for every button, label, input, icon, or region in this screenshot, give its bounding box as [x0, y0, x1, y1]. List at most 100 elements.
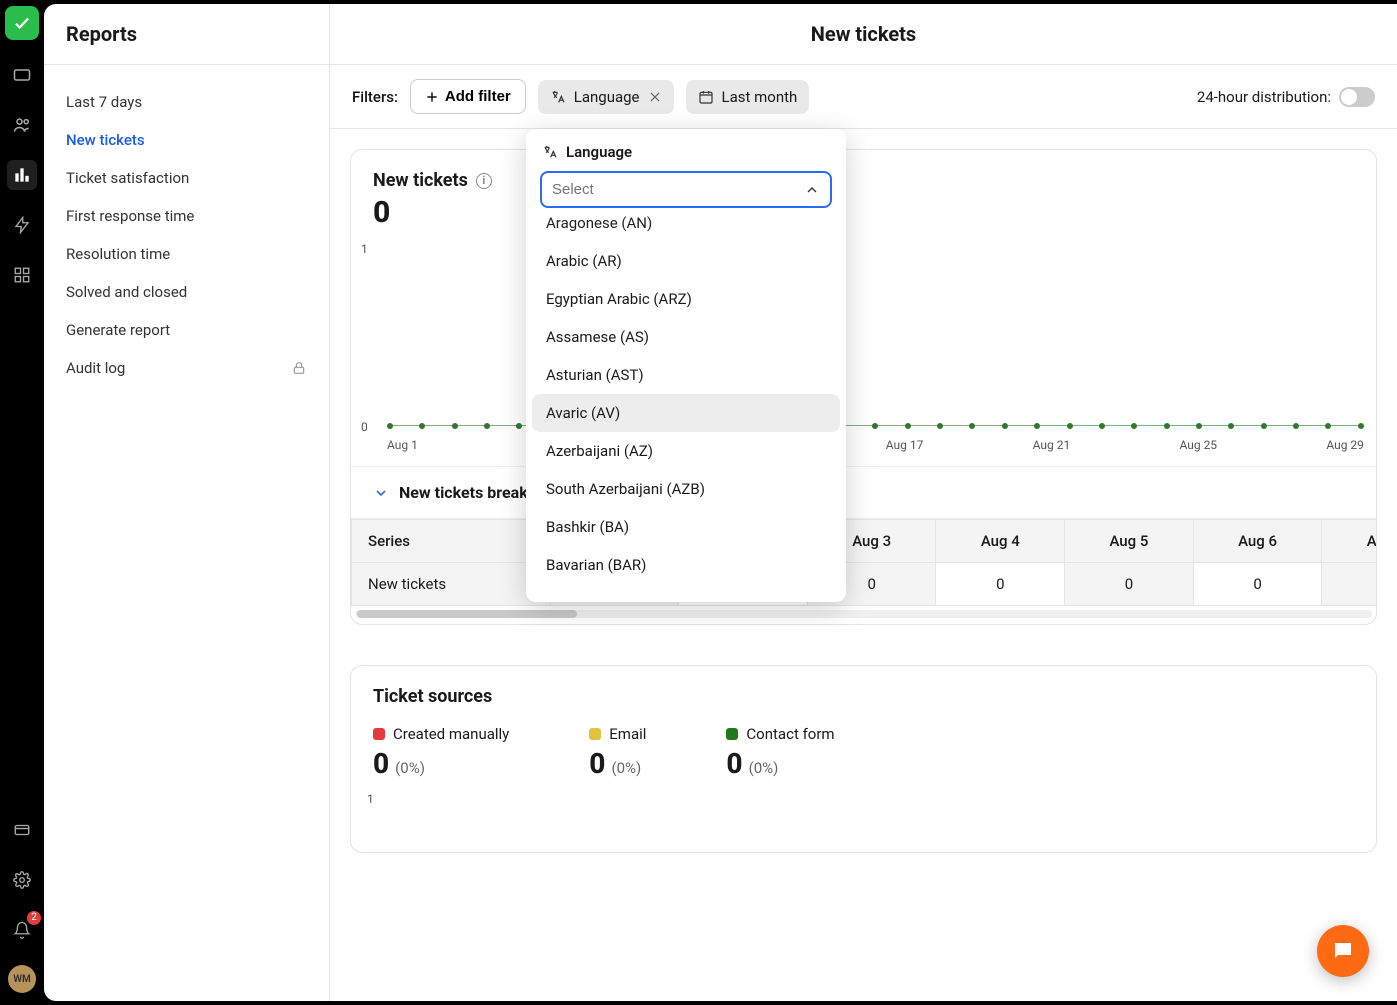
filter-chip-date[interactable]: Last month: [686, 80, 810, 114]
date-col-header: Aug 6: [1193, 520, 1322, 563]
sidebar-title: Reports: [44, 4, 329, 65]
new-tickets-card: New tickets i 0 1 0 Aug 1Aug 5Aug 17Aug …: [350, 149, 1377, 625]
sidebar-item-new-tickets[interactable]: New tickets: [44, 121, 329, 159]
new-tickets-chart: 1 0 Aug 1Aug 5Aug 17Aug 21Aug 25Aug 29: [351, 236, 1376, 466]
language-select-input[interactable]: [540, 171, 832, 208]
cell-value: 0: [1065, 563, 1194, 606]
chat-button[interactable]: [1317, 925, 1369, 977]
language-options[interactable]: Aragonese (AN) Arabic (AR) Egyptian Arab…: [526, 216, 846, 596]
cell-value: 0: [1322, 563, 1376, 606]
avatar[interactable]: WM: [8, 965, 36, 993]
automation-icon[interactable]: [7, 210, 37, 240]
sidebar-item-first-response[interactable]: First response time: [44, 197, 329, 235]
chart-point: [1293, 423, 1299, 429]
people-icon[interactable]: [7, 110, 37, 140]
sidebar-item-solved[interactable]: Solved and closed: [44, 273, 329, 311]
card-title: New tickets: [373, 170, 468, 191]
distribution-toggle[interactable]: [1339, 87, 1375, 107]
y-tick: 1: [361, 242, 368, 256]
chart-point: [1099, 423, 1105, 429]
source-label: Contact form: [746, 725, 834, 743]
y-tick: 1: [367, 792, 374, 806]
ticket-sources-card: Ticket sources Created manually0(0%)Emai…: [350, 665, 1377, 853]
add-filter-button[interactable]: Add filter: [410, 79, 526, 114]
chart-point: [1261, 423, 1267, 429]
sidebar-item-generate[interactable]: Generate report: [44, 311, 329, 349]
info-icon[interactable]: i: [476, 173, 492, 189]
language-icon: [542, 144, 558, 160]
language-option[interactable]: Arabic (AR): [532, 242, 840, 280]
sidebar-item-last7[interactable]: Last 7 days: [44, 83, 329, 121]
table-scrollbar[interactable]: [355, 610, 1372, 618]
source-label: Email: [609, 725, 646, 743]
language-option[interactable]: Assamese (AS): [532, 318, 840, 356]
y-tick: 0: [361, 420, 368, 434]
popover-title: Language: [566, 143, 632, 161]
row-label: New tickets: [352, 563, 551, 606]
chart-point: [1164, 423, 1170, 429]
date-col-header: Aug 4: [936, 520, 1065, 563]
chart-point: [937, 423, 943, 429]
source-pct: (0%): [611, 759, 641, 777]
x-tick-label: Aug 17: [886, 438, 924, 452]
language-search-input[interactable]: [552, 181, 804, 198]
breakdown-table-wrap[interactable]: SeriesAug 1Aug 2Aug 3Aug 4Aug 5Aug 6Aug …: [351, 518, 1376, 606]
chart-point: [1358, 423, 1364, 429]
apps-icon[interactable]: [7, 260, 37, 290]
chart-point: [969, 423, 975, 429]
source-value: 0: [589, 747, 605, 780]
legend-swatch: [589, 728, 601, 740]
settings-icon[interactable]: [7, 865, 37, 895]
language-option[interactable]: Bavarian (BAR): [532, 546, 840, 584]
reports-icon[interactable]: [7, 160, 37, 190]
x-tick-label: Aug 1: [387, 438, 418, 452]
breakdown-toggle[interactable]: New tickets breakdown: [351, 466, 1376, 518]
chevron-up-icon[interactable]: [804, 182, 820, 198]
chart-point: [1067, 423, 1073, 429]
source-item: Email0 (0%): [589, 725, 646, 780]
chevron-down-icon: [373, 485, 389, 501]
sidebar-item-label: Resolution time: [66, 245, 170, 263]
notifications-icon[interactable]: 2: [7, 915, 37, 945]
close-icon[interactable]: [648, 90, 662, 104]
tickets-icon[interactable]: [7, 60, 37, 90]
source-item: Created manually0(0%): [373, 725, 509, 780]
app-logo[interactable]: [5, 6, 39, 40]
sidebar-item-resolution[interactable]: Resolution time: [44, 235, 329, 273]
language-option[interactable]: Egyptian Arabic (ARZ): [532, 280, 840, 318]
legend-swatch: [373, 728, 385, 740]
chart-point: [1131, 423, 1137, 429]
billing-icon[interactable]: [7, 815, 37, 845]
sidebar-item-audit[interactable]: Audit log: [44, 349, 329, 387]
chart-point: [1034, 423, 1040, 429]
chart-point: [1196, 423, 1202, 429]
table-row: New tickets0000000: [352, 563, 1377, 606]
language-option[interactable]: Avaric (AV): [532, 394, 840, 432]
sidebar-item-label: Ticket satisfaction: [66, 169, 189, 187]
chart-point: [484, 423, 490, 429]
source-pct: (0%): [395, 759, 425, 777]
language-option[interactable]: Azerbaijani (AZ): [532, 432, 840, 470]
chart-point: [872, 423, 878, 429]
language-option[interactable]: Central Bikol (BCL): [532, 584, 840, 596]
filters-label: Filters:: [352, 88, 398, 106]
language-option[interactable]: South Azerbaijani (AZB): [532, 470, 840, 508]
chart-point: [1325, 423, 1331, 429]
sidebar-item-label: Last 7 days: [66, 93, 142, 111]
notif-badge: 2: [27, 911, 41, 925]
nav-rail: 2 WM: [0, 0, 44, 1005]
filter-chip-language[interactable]: Language: [538, 80, 674, 114]
language-option[interactable]: Aragonese (AN): [532, 216, 840, 242]
sidebar-item-satisfaction[interactable]: Ticket satisfaction: [44, 159, 329, 197]
sources-grid: Created manually0(0%) Email0 (0%) Contact f…: [373, 707, 1354, 780]
chart-point: [1002, 423, 1008, 429]
language-popover: Language Aragonese (AN) Arabic (AR) Egyp…: [526, 129, 846, 602]
language-option[interactable]: Asturian (AST): [532, 356, 840, 394]
chart-point: [419, 423, 425, 429]
sidebar: Reports Last 7 days New tickets Ticket s…: [44, 4, 330, 1001]
chart-point: [905, 423, 911, 429]
language-option[interactable]: Bashkir (BA): [532, 508, 840, 546]
filters-bar: Filters: Add filter Language: [330, 65, 1397, 129]
sidebar-item-label: Audit log: [66, 359, 125, 377]
sidebar-item-label: New tickets: [66, 131, 145, 149]
